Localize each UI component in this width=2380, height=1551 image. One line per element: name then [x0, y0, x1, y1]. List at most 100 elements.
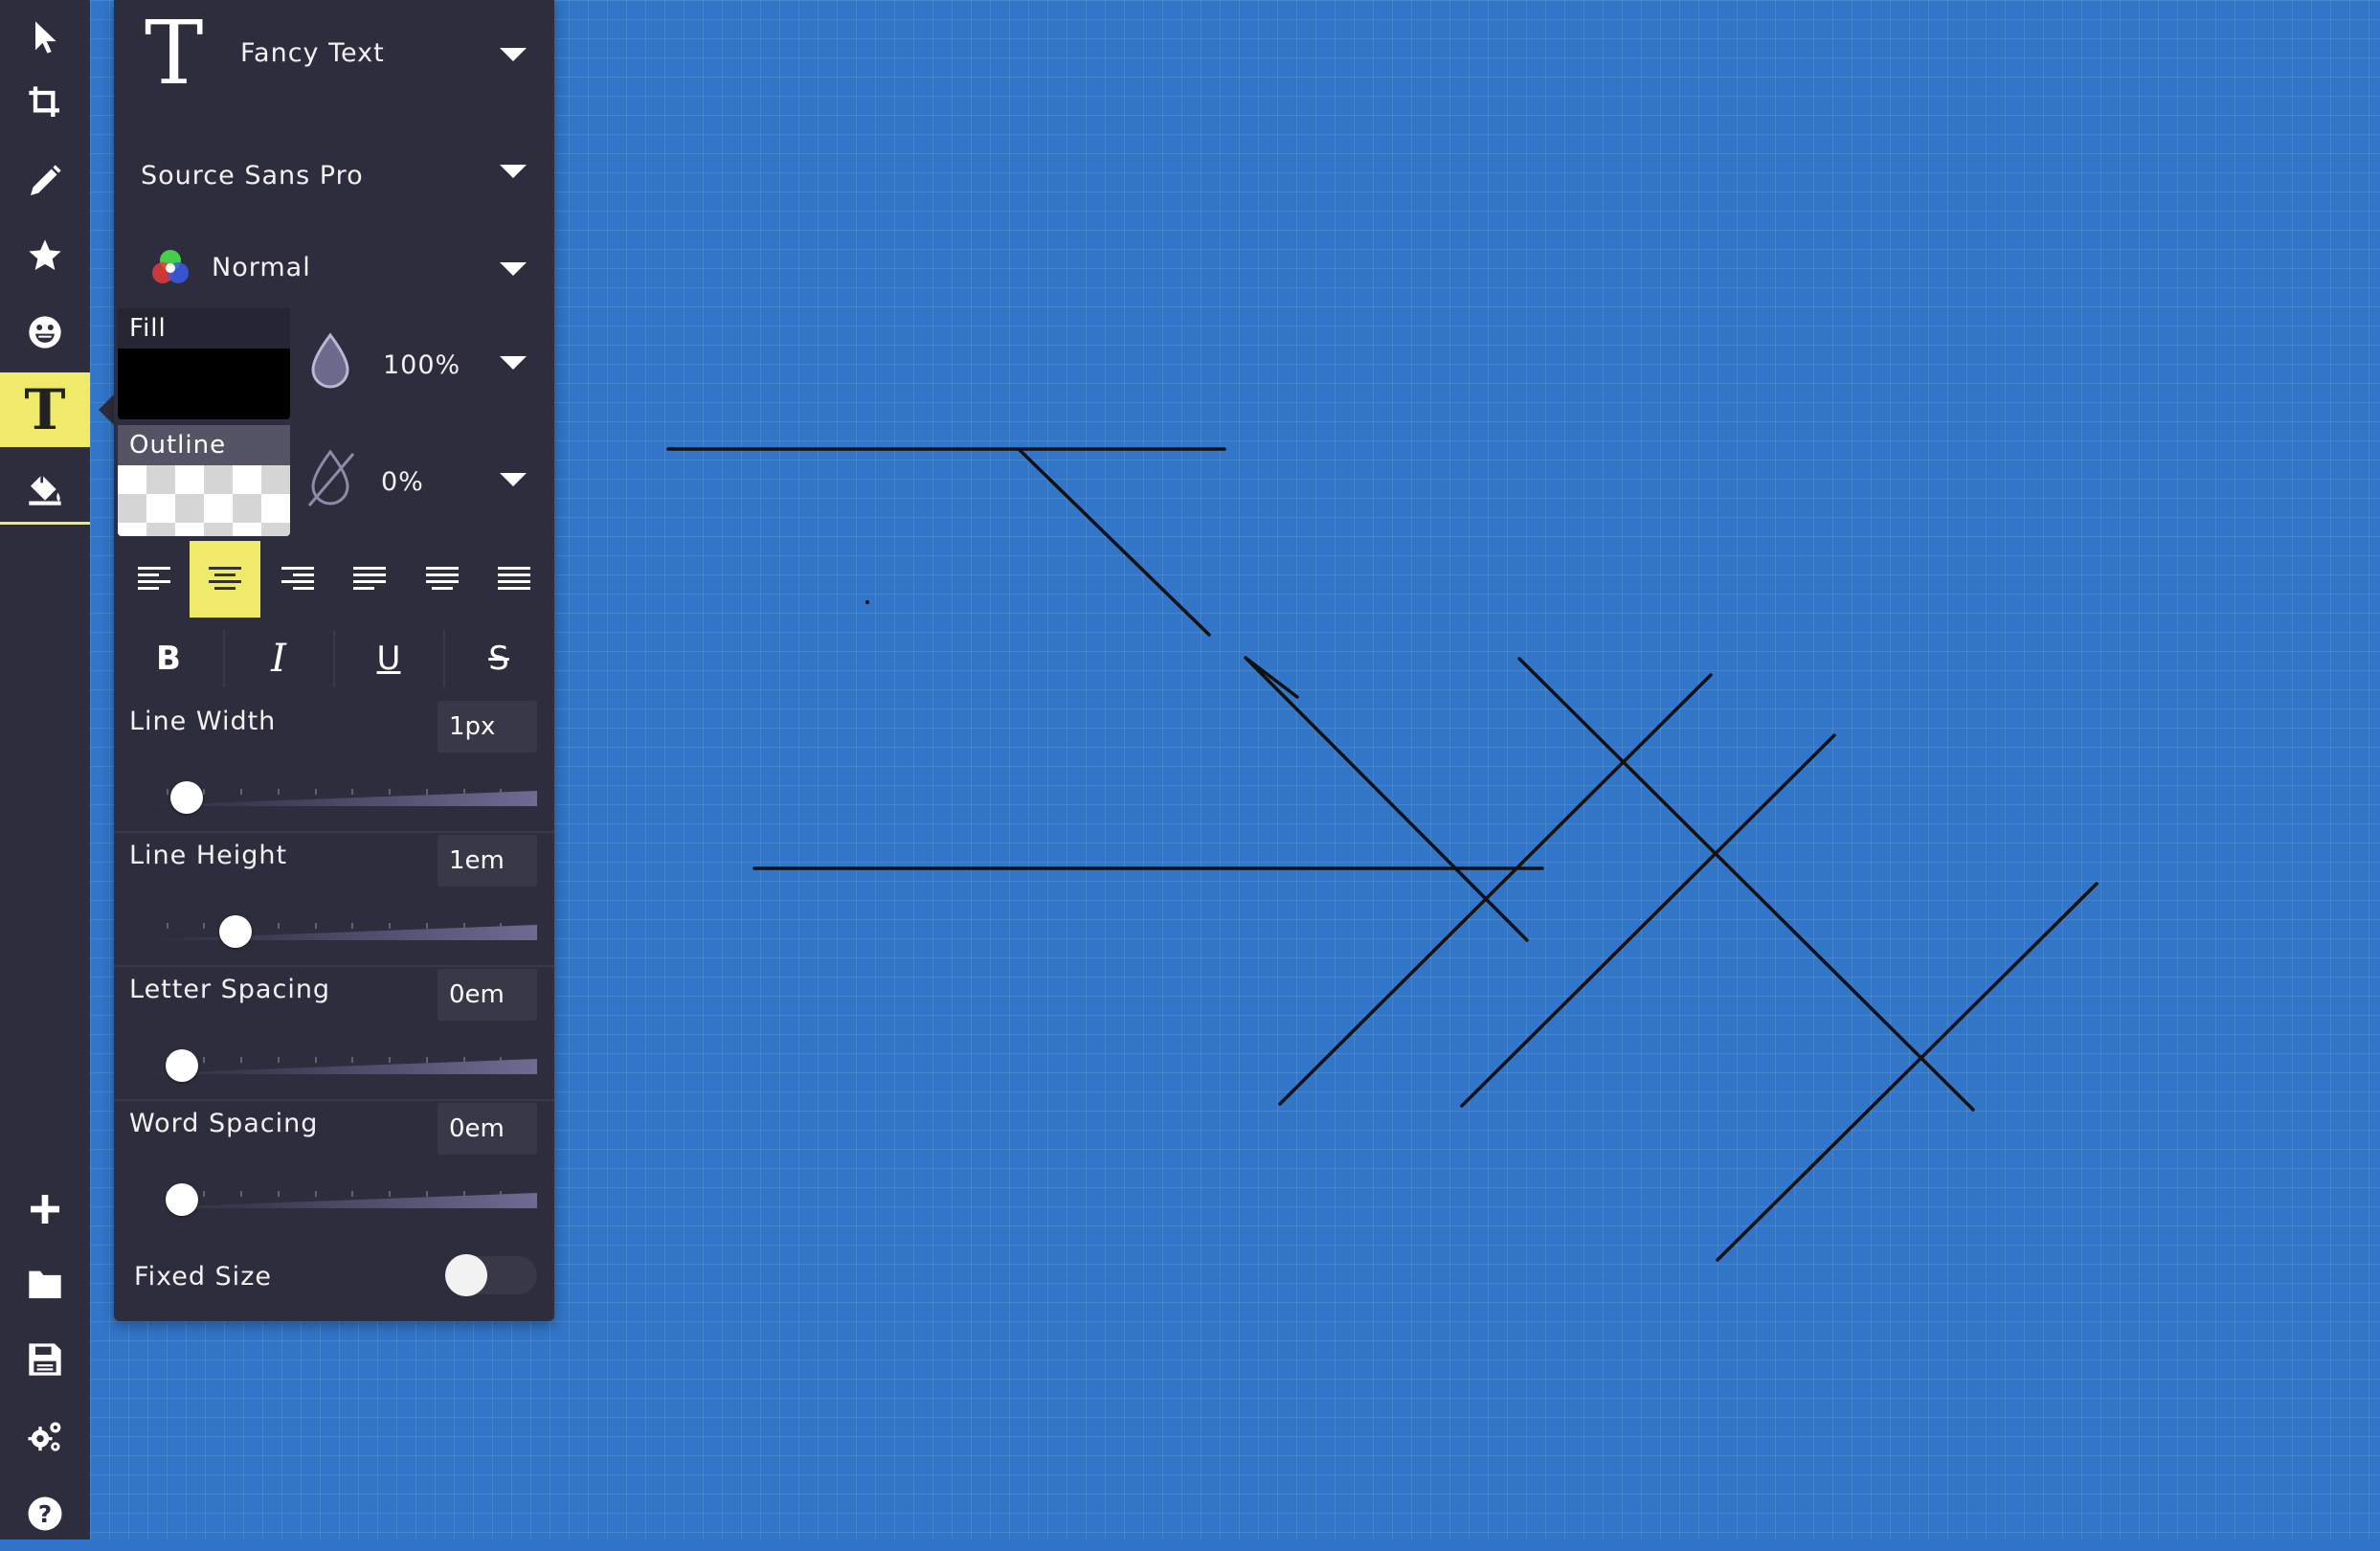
save-button[interactable]	[0, 1322, 90, 1397]
align-left-icon	[138, 567, 170, 590]
slider-tick	[240, 1191, 243, 1197]
slider-tick	[425, 1057, 428, 1063]
opacity-drop-icon	[311, 332, 349, 389]
text-style-buttons: B I U S	[114, 620, 554, 697]
line-height-label: Line Height	[129, 841, 288, 870]
line-height-control: Line Height 1em	[114, 831, 554, 965]
fixed-size-toggle[interactable]	[445, 1254, 537, 1296]
chevron-down-icon	[500, 262, 527, 276]
left-toolbar: T ?	[0, 0, 90, 1540]
draw-tool-button[interactable]	[0, 144, 90, 218]
justify-all-icon	[498, 567, 530, 590]
fixed-size-control: Fixed Size	[114, 1239, 554, 1315]
select-tool-button[interactable]	[0, 0, 90, 75]
bold-button[interactable]: B	[114, 620, 223, 697]
text-properties-panel: T Fancy Text Source Sans Pro Normal Fill…	[114, 0, 554, 1321]
slider-tick	[351, 789, 354, 795]
slider-tick	[203, 923, 206, 929]
gears-icon	[28, 1422, 61, 1451]
fill-opacity-value[interactable]: 100%	[383, 350, 460, 380]
color-blend-icon	[152, 250, 189, 283]
chevron-down-icon[interactable]	[500, 473, 527, 486]
line-width-control: Line Width 1px	[114, 697, 554, 831]
smiley-icon	[29, 316, 61, 348]
text-t-icon: T	[24, 377, 66, 442]
outline-row: Outline 0%	[114, 425, 554, 540]
letter-spacing-slider-thumb[interactable]	[166, 1049, 199, 1082]
text-tool-button[interactable]: T	[0, 372, 90, 447]
line-height-slider-thumb[interactable]	[218, 915, 252, 948]
slider-tick	[389, 789, 392, 795]
italic-button[interactable]: I	[224, 620, 333, 697]
slider-tick	[240, 789, 243, 795]
outline-label: Outline	[118, 425, 290, 465]
slider-tick	[166, 923, 168, 929]
word-spacing-input[interactable]: 0em	[438, 1103, 537, 1155]
word-spacing-control: Word Spacing 0em	[114, 1099, 554, 1233]
align-left-button[interactable]	[119, 541, 190, 618]
strikethrough-button[interactable]: S	[444, 620, 553, 697]
word-spacing-slider-thumb[interactable]	[166, 1183, 199, 1216]
line-width-input[interactable]: 1px	[438, 701, 537, 753]
slider-tick	[203, 789, 206, 795]
slider-tick	[351, 923, 354, 929]
stickers-tool-button[interactable]	[0, 295, 90, 370]
crop-icon	[29, 86, 59, 117]
fill-tool-button[interactable]	[0, 452, 90, 527]
line-width-slider-thumb[interactable]	[169, 781, 203, 814]
folder-icon	[29, 1270, 61, 1298]
fill-row: Fill 100%	[114, 308, 554, 423]
stroke-line	[1278, 673, 1713, 1106]
chevron-down-icon[interactable]	[500, 356, 527, 370]
shapes-tool-button[interactable]	[0, 218, 90, 293]
blend-mode-value: Normal	[212, 253, 311, 282]
outline-opacity-value[interactable]: 0%	[381, 467, 424, 497]
justify-center-icon	[426, 567, 459, 590]
font-family-dropdown[interactable]: Source Sans Pro	[114, 138, 554, 207]
slider-tick	[203, 1191, 206, 1197]
text-style-preview-icon: T	[145, 2, 204, 104]
slider-tick	[389, 1057, 392, 1063]
stroke-line	[1460, 733, 1836, 1108]
save-disk-icon	[29, 1343, 61, 1376]
align-right-button[interactable]	[262, 541, 333, 618]
line-height-input[interactable]: 1em	[438, 835, 537, 887]
slider-tick	[277, 1057, 280, 1063]
justify-left-icon	[353, 567, 386, 590]
toolbar-active-underline	[0, 522, 90, 525]
new-button[interactable]	[0, 1172, 90, 1247]
justify-center-button[interactable]	[407, 541, 478, 618]
blend-mode-dropdown[interactable]: Normal	[114, 232, 554, 304]
slider-tick	[389, 923, 392, 929]
align-right-icon	[281, 567, 314, 590]
slider-tick	[351, 1057, 354, 1063]
slider-tick	[425, 1191, 428, 1197]
stroke-line	[1018, 448, 1211, 637]
letter-spacing-input[interactable]: 0em	[438, 969, 537, 1021]
underline-button[interactable]: U	[334, 620, 443, 697]
slider-tick	[389, 1191, 392, 1197]
justify-all-button[interactable]	[479, 541, 550, 618]
crop-tool-button[interactable]	[0, 65, 90, 140]
help-button[interactable]: ?	[0, 1476, 90, 1551]
open-button[interactable]	[0, 1247, 90, 1321]
settings-button[interactable]	[0, 1400, 90, 1474]
slider-tick	[425, 789, 428, 795]
outline-color-swatch[interactable]	[118, 465, 290, 536]
fill-color-swatch[interactable]	[118, 348, 290, 419]
stroke-line	[1716, 882, 2099, 1262]
letter-spacing-control: Letter Spacing 0em	[114, 965, 554, 1099]
slider-tick	[277, 789, 280, 795]
panel-pointer	[99, 394, 114, 425]
stroke-dot	[865, 600, 869, 604]
pencil-icon	[31, 165, 61, 195]
slider-tick	[351, 1191, 354, 1197]
justify-left-button[interactable]	[334, 541, 405, 618]
align-center-button[interactable]	[190, 541, 260, 618]
text-style-dropdown[interactable]: T Fancy Text	[114, 0, 554, 113]
plus-icon	[31, 1195, 59, 1224]
font-family-value: Source Sans Pro	[141, 161, 364, 191]
slider-tick	[314, 923, 317, 929]
slider-tick	[277, 1191, 280, 1197]
question-circle-icon: ?	[28, 1496, 62, 1531]
